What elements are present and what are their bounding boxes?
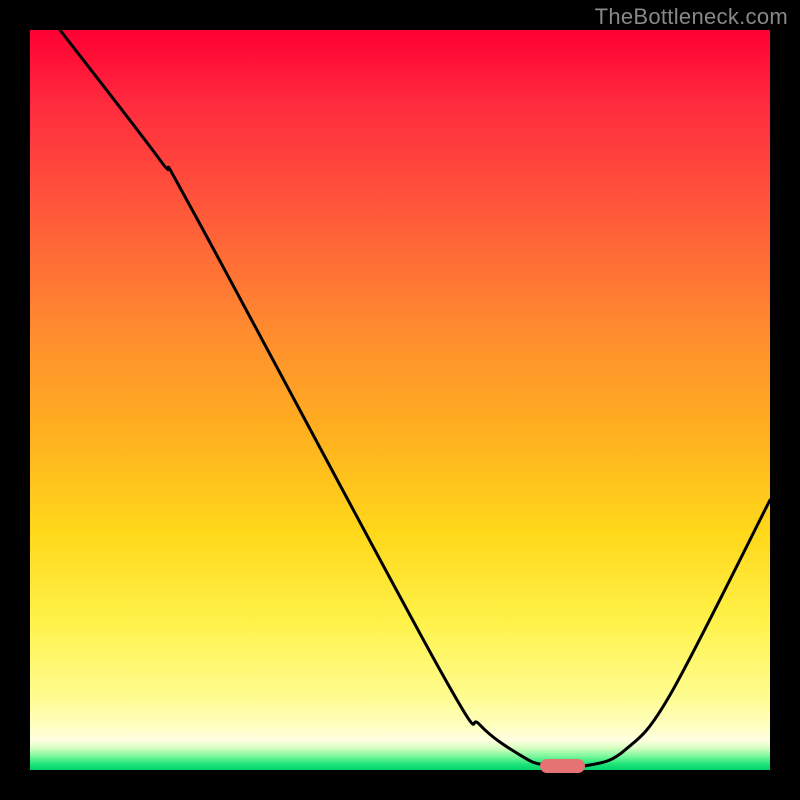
chart-background-gradient <box>30 30 770 770</box>
watermark-text: TheBottleneck.com <box>595 4 788 30</box>
chart-plot-area <box>30 30 770 770</box>
chart-marker <box>540 759 585 773</box>
